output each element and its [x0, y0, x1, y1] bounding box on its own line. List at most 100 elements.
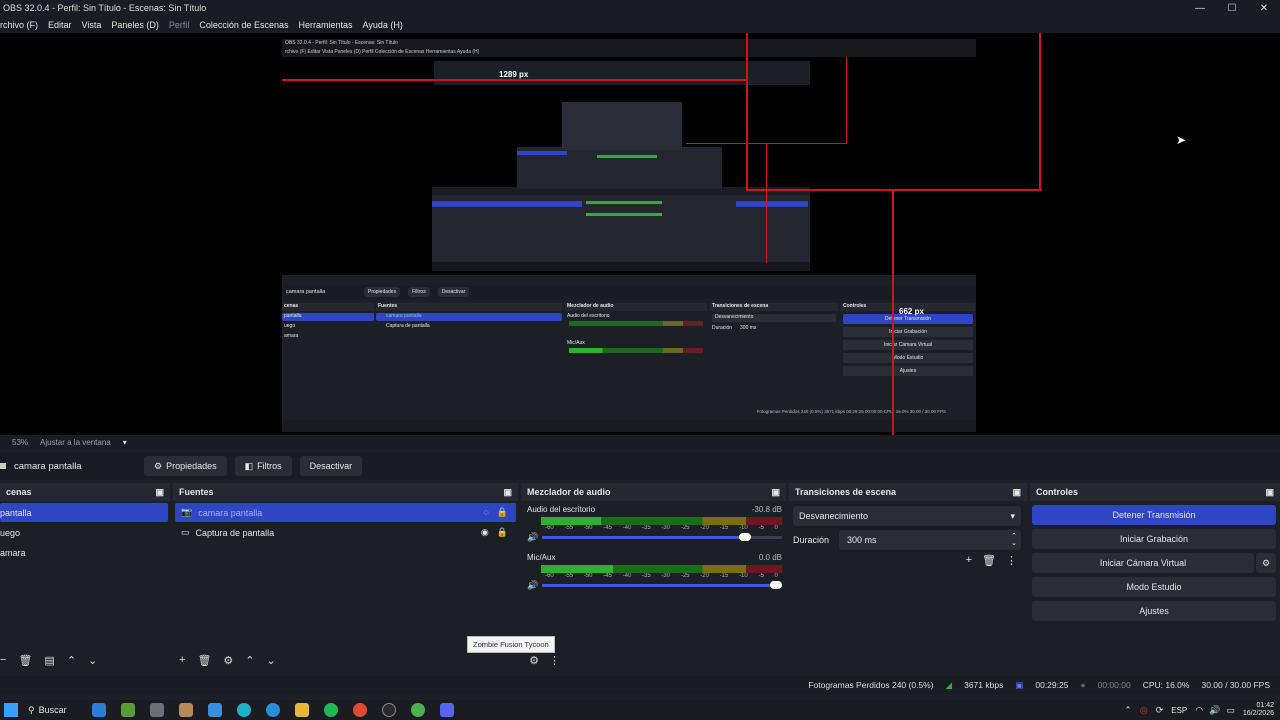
- duration-input[interactable]: 300 ms ⌃ ⌄: [839, 530, 1021, 550]
- menu-scene-collection[interactable]: Colección de Escenas: [199, 20, 288, 30]
- source-item[interactable]: ▭ Captura de pantalla ◉ 🔒: [175, 523, 516, 542]
- filters-label: Filtros: [257, 461, 282, 471]
- dock-options-icon[interactable]: ▣: [155, 487, 164, 498]
- audio-mixer-dock: Mezclador de audio ▣ Audio del escritori…: [467, 483, 786, 673]
- scenes-title: cenas: [6, 487, 32, 497]
- chevron-down-icon[interactable]: ▾: [123, 438, 127, 447]
- more-options-icon[interactable]: ⋮: [549, 654, 560, 667]
- speaker-icon[interactable]: 🔊: [527, 532, 538, 543]
- zoom-percent[interactable]: 53%: [12, 438, 28, 447]
- dock-options-icon[interactable]: ▣: [503, 487, 512, 498]
- virtual-camera-button[interactable]: Iniciar Cámara Virtual: [1032, 553, 1254, 573]
- red-guide-box-right: [846, 57, 847, 144]
- menu-docks[interactable]: Paneles (D): [111, 20, 159, 30]
- browser-app-icon[interactable]: [237, 703, 251, 717]
- dock-options-icon[interactable]: ▣: [771, 487, 780, 498]
- gear-icon[interactable]: ⚙: [223, 654, 233, 667]
- mixer-settings-icon[interactable]: ⚙: [529, 654, 539, 667]
- settings-button[interactable]: Ajustes: [1032, 601, 1276, 621]
- tray-icon[interactable]: ◎: [1140, 705, 1148, 716]
- chrome-app-icon[interactable]: [353, 703, 367, 717]
- minimize-button[interactable]: —: [1184, 0, 1216, 16]
- language-indicator[interactable]: ESP: [1171, 706, 1187, 715]
- mixer-channel: Audio del escritorio -30.8 dB -60 -55 -50-…: [521, 501, 786, 543]
- close-button[interactable]: ✕: [1248, 0, 1280, 16]
- volume-slider[interactable]: [542, 533, 782, 541]
- clock[interactable]: 01:42 16/2/2026: [1243, 702, 1274, 718]
- eye-icon[interactable]: ◉: [481, 527, 489, 538]
- volume-slider[interactable]: [542, 581, 782, 589]
- menu-view[interactable]: Vista: [82, 20, 102, 30]
- virtual-camera-settings[interactable]: ⚙: [1256, 553, 1276, 573]
- inner-start-record: Iniciar Grabación: [843, 327, 973, 337]
- transition-select[interactable]: Desvanecimiento ▾: [793, 506, 1021, 526]
- source-label: Captura de pantalla: [195, 527, 275, 538]
- menu-edit[interactable]: Editar: [48, 20, 72, 30]
- add-source-icon[interactable]: +: [179, 654, 185, 666]
- remove-scene-icon[interactable]: −: [0, 654, 6, 666]
- meter-scale: -60 -55 -50 -45 -40 -35 -30 -25 -20 -15 -10 -5 0: [545, 525, 778, 531]
- maps-app-icon[interactable]: [92, 703, 106, 717]
- inner-mixer-title: Mezclador de audio: [565, 303, 707, 311]
- start-recording-button[interactable]: Iniciar Grabación: [1032, 529, 1276, 549]
- deactivate-button[interactable]: Desactivar: [299, 456, 363, 476]
- scene-item[interactable]: uego: [0, 523, 168, 542]
- eye-hidden-icon[interactable]: ◌: [483, 507, 488, 518]
- lock-icon[interactable]: 🔒: [497, 507, 508, 518]
- red-guide-v4: [766, 143, 767, 263]
- more-options-icon[interactable]: ⋮: [1006, 554, 1017, 567]
- minecraft-app-icon[interactable]: [121, 703, 135, 717]
- edge-app-icon[interactable]: [266, 703, 280, 717]
- taskbar: ⚲ Buscar ⌃ ◎ ⟳ ESP ◠ 🔊 ▭ 01:42 16/2/2026: [0, 700, 1280, 720]
- tray-chevron-icon[interactable]: ⌃: [1124, 705, 1132, 716]
- move-up-icon[interactable]: ⌃: [245, 654, 254, 667]
- move-down-icon[interactable]: ⌄: [88, 654, 97, 667]
- transitions-title: Transiciones de escena: [795, 487, 897, 497]
- move-up-icon[interactable]: ⌃: [67, 654, 76, 667]
- dock-options-icon[interactable]: ▣: [1012, 487, 1021, 498]
- stepper-icon[interactable]: ⌃ ⌄: [1011, 533, 1017, 547]
- dock-options-icon[interactable]: ▣: [1265, 487, 1274, 498]
- trash-icon[interactable]: 🗑: [18, 654, 32, 667]
- inner-studio-mode: Modo Estudio: [843, 353, 973, 363]
- app-icon[interactable]: [179, 703, 193, 717]
- discord-app-icon[interactable]: [440, 703, 454, 717]
- source-item[interactable]: 📷 camara pantalla ◌ 🔒: [175, 503, 516, 522]
- folder-app-icon[interactable]: [295, 703, 309, 717]
- zoom-fit[interactable]: Ajustar a la ventana: [40, 438, 111, 447]
- search-box[interactable]: ⚲ Buscar: [28, 705, 78, 716]
- menu-tools[interactable]: Herramientas: [298, 20, 352, 30]
- windows-start-icon[interactable]: [4, 703, 18, 717]
- trash-icon[interactable]: 🗑: [197, 654, 211, 667]
- filters-button[interactable]: ◧ Filtros: [234, 456, 292, 476]
- controls-header: Controles ▣: [1030, 483, 1280, 501]
- tray-icon-2[interactable]: ⟳: [1156, 705, 1164, 716]
- battery-icon[interactable]: ▭: [1226, 705, 1235, 716]
- scene-item[interactable]: amara: [0, 543, 168, 562]
- inner-properties: Propiedades: [364, 287, 401, 297]
- scene-item[interactable]: pantalla: [0, 503, 168, 522]
- wifi-icon[interactable]: ◠: [1195, 705, 1203, 716]
- trash-icon[interactable]: 🗑: [982, 554, 996, 567]
- properties-button[interactable]: ⚙ Propiedades: [144, 456, 227, 476]
- stop-stream-button[interactable]: Detener Transmisión: [1032, 505, 1276, 525]
- studio-mode-button[interactable]: Modo Estudio: [1032, 577, 1276, 597]
- add-transition-icon[interactable]: +: [966, 554, 972, 567]
- notepad-app-icon[interactable]: [208, 703, 222, 717]
- obs-app-icon[interactable]: [382, 703, 396, 717]
- preview-canvas[interactable]: OBS 32.0.4 - Perfil: Sin Título - Escena…: [0, 33, 1280, 435]
- scene-filter-icon[interactable]: ▤: [44, 654, 54, 667]
- spotify-app-icon[interactable]: [324, 703, 338, 717]
- maximize-button[interactable]: ☐: [1216, 0, 1248, 16]
- menu-profile[interactable]: Perfil: [169, 20, 190, 30]
- volume-icon[interactable]: 🔊: [1209, 705, 1220, 716]
- menu-help[interactable]: Ayuda (H): [363, 20, 403, 30]
- move-down-icon[interactable]: ⌄: [267, 654, 276, 667]
- chrome-app-icon-2[interactable]: [411, 703, 425, 717]
- speaker-icon[interactable]: 🔊: [527, 580, 538, 591]
- menu-file[interactable]: rchivo (F): [0, 20, 38, 30]
- calculator-app-icon[interactable]: [150, 703, 164, 717]
- record-time: 00:00:00: [1097, 680, 1131, 690]
- red-guide-v2: [1039, 33, 1041, 191]
- lock-icon[interactable]: 🔒: [497, 527, 508, 538]
